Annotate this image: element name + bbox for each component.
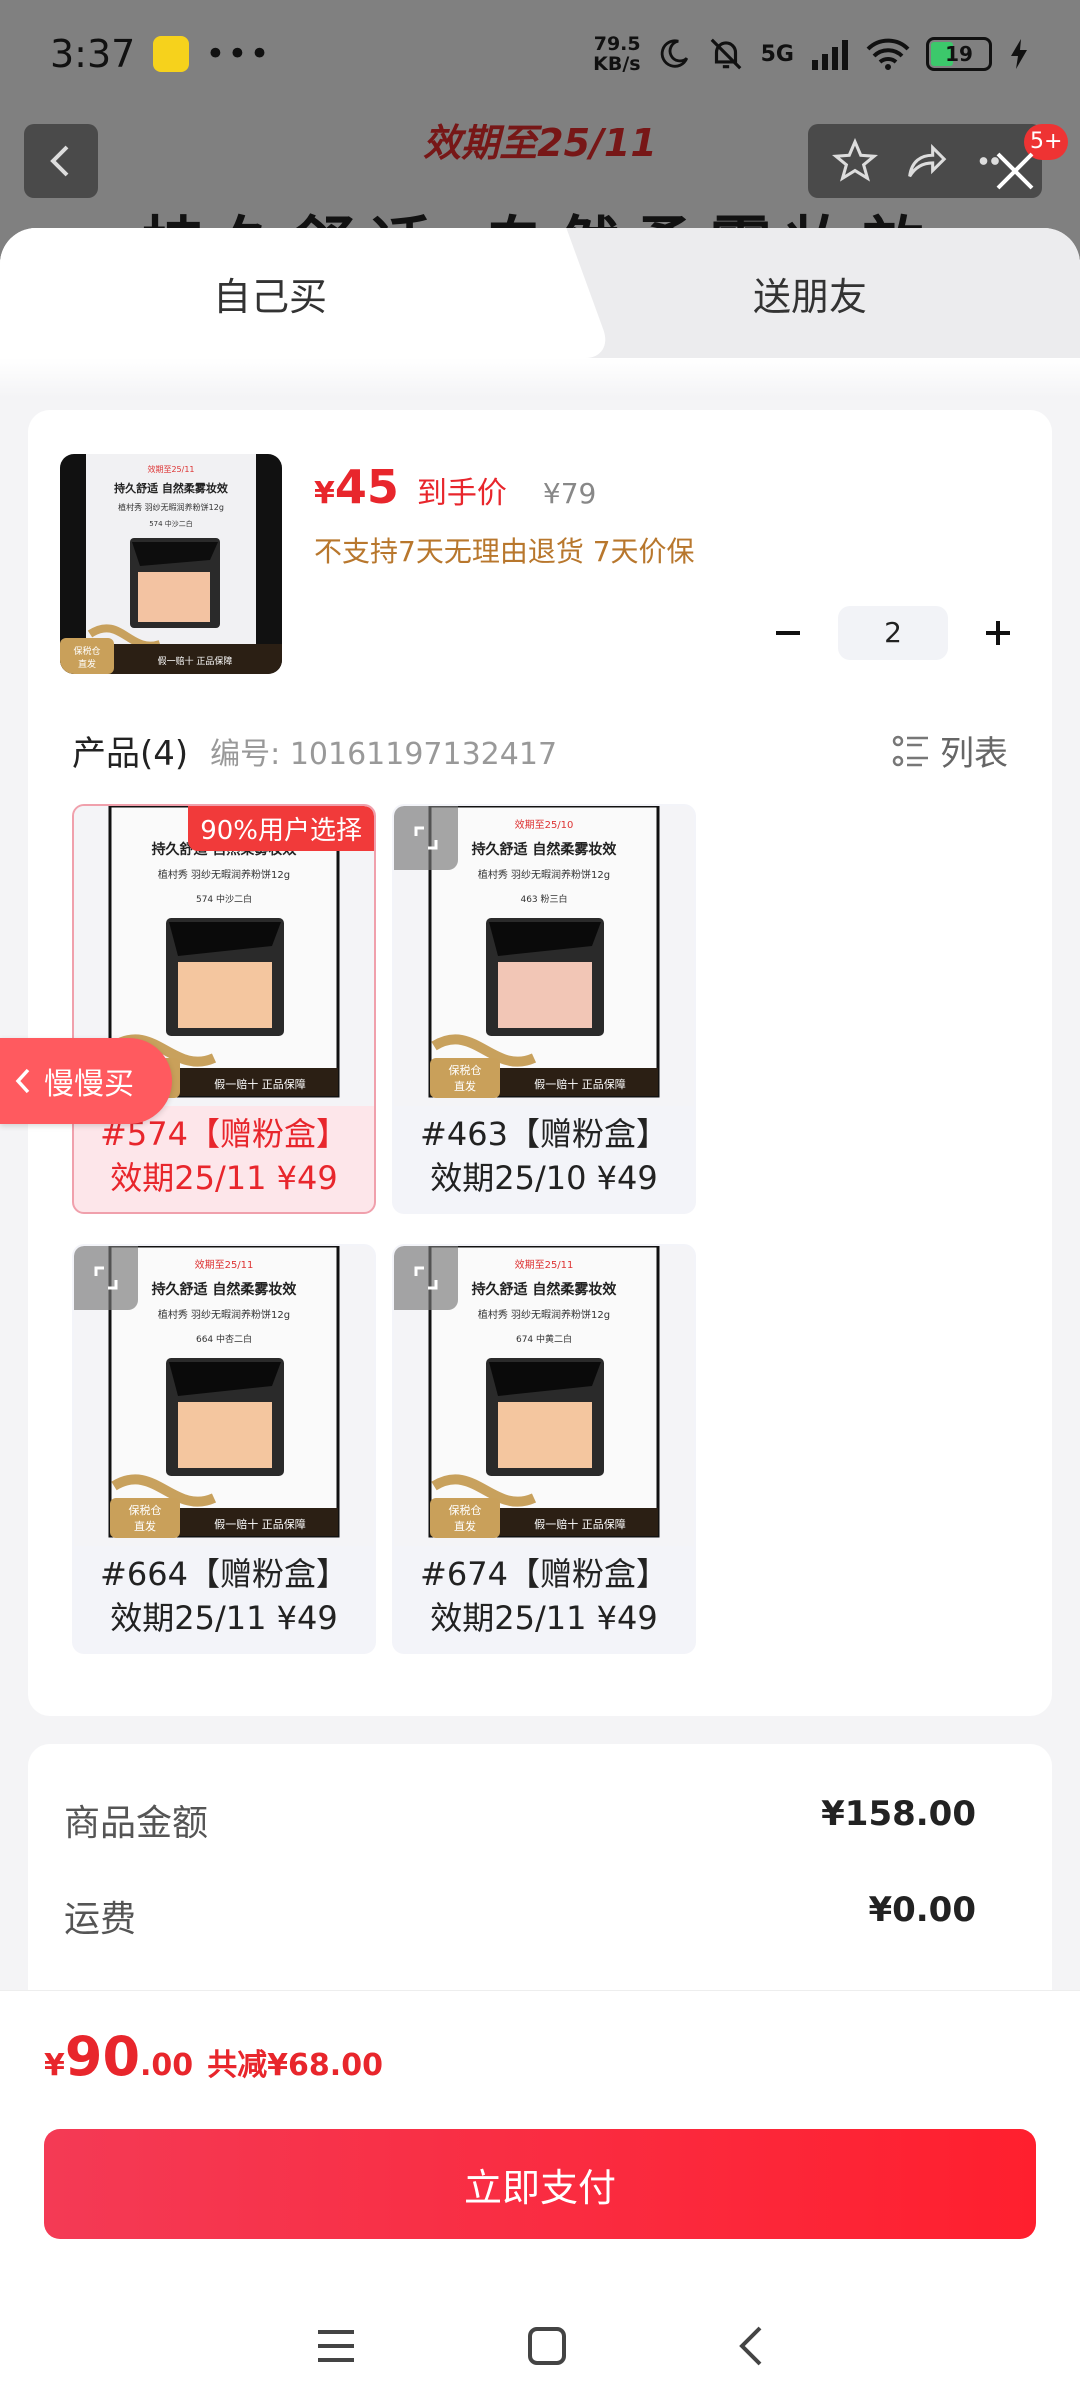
popular-choice-badge: 90%用户选择 xyxy=(188,806,374,851)
home-icon[interactable] xyxy=(525,2324,569,2368)
svg-text:植村秀 羽纱无暇润养粉饼12g: 植村秀 羽纱无暇润养粉饼12g xyxy=(158,1308,290,1321)
system-nav-bar xyxy=(0,2291,1080,2400)
list-view-toggle[interactable]: 列表 xyxy=(892,726,1008,775)
chevron-left-icon xyxy=(50,145,69,177)
shipping-label: 运费 xyxy=(64,1899,137,1940)
chevron-left-icon xyxy=(15,1068,30,1094)
variant-tile[interactable]: 效期至25/10 持久舒适 自然柔雾妆效植村秀 羽纱无暇润养粉饼12g 463 粉三… xyxy=(392,804,696,1214)
minus-icon xyxy=(776,631,800,635)
more-notifications-icon: ••• xyxy=(205,34,272,74)
svg-text:假一赔十 正品保障: 假一赔十 正品保障 xyxy=(534,1517,626,1531)
variants-title: 产品(4) xyxy=(72,734,189,774)
svg-text:直发: 直发 xyxy=(78,658,96,670)
quantity-input[interactable]: 2 xyxy=(838,606,948,660)
variants-header: 产品(4) 编号: 10161197132417 列表 xyxy=(72,726,1008,775)
pay-now-button[interactable]: 立即支付 xyxy=(44,2129,1036,2239)
svg-text:假一赔十 正品保障: 假一赔十 正品保障 xyxy=(158,655,233,667)
svg-text:保税仓: 保税仓 xyxy=(73,645,100,657)
wifi-icon xyxy=(866,38,910,70)
svg-text:效期至25/10: 效期至25/10 xyxy=(515,818,574,831)
product-thumbnail[interactable]: 效期至25/11 持久舒适 自然柔雾妆效 植村秀 羽纱无暇润养粉饼12g 574… xyxy=(60,454,282,674)
original-price: ¥79 xyxy=(542,477,597,510)
svg-text:持久舒适 自然柔雾妆效: 持久舒适 自然柔雾妆效 xyxy=(472,1281,618,1298)
network-type: 5G xyxy=(760,41,794,67)
variant-label: #664【赠粉盒】 效期25/11 ¥49 xyxy=(100,1555,348,1637)
svg-text:463 粉三白: 463 粉三白 xyxy=(520,893,567,905)
goods-amount-value: ¥158.00 xyxy=(821,1794,976,1834)
svg-text:假一赔十 正品保障: 假一赔十 正品保障 xyxy=(534,1077,626,1091)
price-row: ¥ 45 到手价 ¥79 xyxy=(314,460,596,514)
back-button[interactable] xyxy=(24,124,98,198)
slow-buy-tab[interactable]: 慢慢买 xyxy=(0,1038,172,1124)
svg-text:664 中杏二白: 664 中杏二白 xyxy=(196,1333,252,1345)
svg-text:植村秀 羽纱无暇润养粉饼12g: 植村秀 羽纱无暇润养粉饼12g xyxy=(158,868,290,881)
list-icon xyxy=(892,735,928,766)
svg-text:直发: 直发 xyxy=(454,1519,476,1533)
star-icon[interactable] xyxy=(832,138,878,184)
return-policy: 不支持7天无理由退货 7天价保 xyxy=(314,535,695,568)
expand-icon[interactable] xyxy=(394,1246,458,1310)
expand-icon[interactable] xyxy=(394,806,458,870)
svg-text:直发: 直发 xyxy=(134,1519,156,1533)
variant-label: #463【赠粉盒】 效期25/10 ¥49 xyxy=(420,1115,668,1197)
quantity-stepper: 2 xyxy=(766,606,1020,660)
svg-text:574 中沙二白: 574 中沙二白 xyxy=(196,893,252,905)
product-code: 编号: 10161197132417 xyxy=(210,736,558,772)
status-time: 3:37 xyxy=(50,32,136,76)
increase-button[interactable] xyxy=(976,611,1020,655)
svg-text:植村秀 羽纱无暇润养粉饼12g: 植村秀 羽纱无暇润养粉饼12g xyxy=(478,868,610,881)
svg-text:保税仓: 保税仓 xyxy=(449,1503,482,1517)
menu-icon[interactable] xyxy=(314,2326,358,2366)
total-savings: 共减¥68.00 xyxy=(207,2048,383,2083)
variant-tile[interactable]: 效期至25/11 持久舒适 自然柔雾妆效植村秀 羽纱无暇润养粉饼12g 674 中黄… xyxy=(392,1244,696,1654)
svg-text:效期至25/11: 效期至25/11 xyxy=(147,464,194,474)
charging-icon xyxy=(1011,39,1027,69)
svg-text:持久舒适 自然柔雾妆效: 持久舒适 自然柔雾妆效 xyxy=(152,1281,298,1298)
svg-text:574 中沙二白: 574 中沙二白 xyxy=(149,519,193,528)
checkout-footer: ¥ 90 .00 共减¥68.00 立即支付 xyxy=(0,1990,1080,2400)
svg-text:效期至25/11: 效期至25/11 xyxy=(515,1258,574,1271)
purchase-tabs: 自己买 送朋友 xyxy=(0,228,1080,358)
battery-indicator: 19 xyxy=(926,37,992,71)
close-icon[interactable] xyxy=(994,150,1036,192)
svg-text:效期至25/11: 效期至25/11 xyxy=(195,1258,254,1271)
price-currency: ¥ xyxy=(314,476,335,511)
status-bar: 3:37 ••• 79.5 KB/s 5G 19 xyxy=(0,0,1080,108)
total-price: ¥ 90 .00 共减¥68.00 xyxy=(44,2025,383,2088)
mute-icon xyxy=(710,38,741,70)
tab-buy-for-self[interactable]: 自己买 xyxy=(0,228,540,358)
network-speed: 79.5 KB/s xyxy=(593,33,641,75)
svg-text:保税仓: 保税仓 xyxy=(449,1063,482,1077)
shipping-row: 运费 ¥0.00 xyxy=(64,1890,976,1942)
app-notification-icon xyxy=(153,36,190,72)
decrease-button[interactable] xyxy=(766,611,810,655)
final-price-label: 到手价 xyxy=(416,476,507,511)
moon-icon xyxy=(660,39,688,68)
svg-text:持久舒适 自然柔雾妆效: 持久舒适 自然柔雾妆效 xyxy=(472,841,618,858)
final-price: 45 xyxy=(334,460,399,514)
variant-tile[interactable]: 90%用户选择效期至25/11持久舒适 自然柔雾妆效植村秀 羽纱无暇润养粉饼12… xyxy=(72,804,376,1214)
shipping-value: ¥0.00 xyxy=(868,1890,976,1930)
svg-text:674 中黄二白: 674 中黄二白 xyxy=(516,1333,572,1345)
variant-label: #674【赠粉盒】 效期25/11 ¥49 xyxy=(420,1555,668,1637)
variant-label: #574【赠粉盒】 效期25/11 ¥49 xyxy=(100,1115,348,1197)
svg-text:植村秀 羽纱无暇润养粉饼12g: 植村秀 羽纱无暇润养粉饼12g xyxy=(478,1308,610,1321)
svg-text:保税仓: 保税仓 xyxy=(129,1503,162,1517)
product-card: 效期至25/11 持久舒适 自然柔雾妆效 植村秀 羽纱无暇润养粉饼12g 574… xyxy=(28,410,1052,1716)
goods-amount-label: 商品金额 xyxy=(64,1803,209,1844)
expand-icon[interactable] xyxy=(74,1246,138,1310)
back-icon[interactable] xyxy=(736,2324,766,2368)
svg-text:假一赔十 正品保障: 假一赔十 正品保障 xyxy=(214,1077,306,1091)
share-icon[interactable] xyxy=(902,138,948,184)
svg-text:持久舒适 自然柔雾妆效: 持久舒适 自然柔雾妆效 xyxy=(114,481,229,495)
signal-icon xyxy=(812,40,848,70)
svg-text:直发: 直发 xyxy=(454,1079,476,1093)
variant-tile[interactable]: 效期至25/11 持久舒适 自然柔雾妆效植村秀 羽纱无暇润养粉饼12g 664 中杏… xyxy=(72,1244,376,1654)
plus-icon xyxy=(986,621,1010,645)
tab-gift-to-friend[interactable]: 送朋友 xyxy=(540,228,1080,358)
svg-text:植村秀 羽纱无暇润养粉饼12g: 植村秀 羽纱无暇润养粉饼12g xyxy=(118,502,224,512)
goods-amount-row: 商品金额 ¥158.00 xyxy=(64,1794,976,1846)
svg-text:假一赔十 正品保障: 假一赔十 正品保障 xyxy=(214,1517,306,1531)
